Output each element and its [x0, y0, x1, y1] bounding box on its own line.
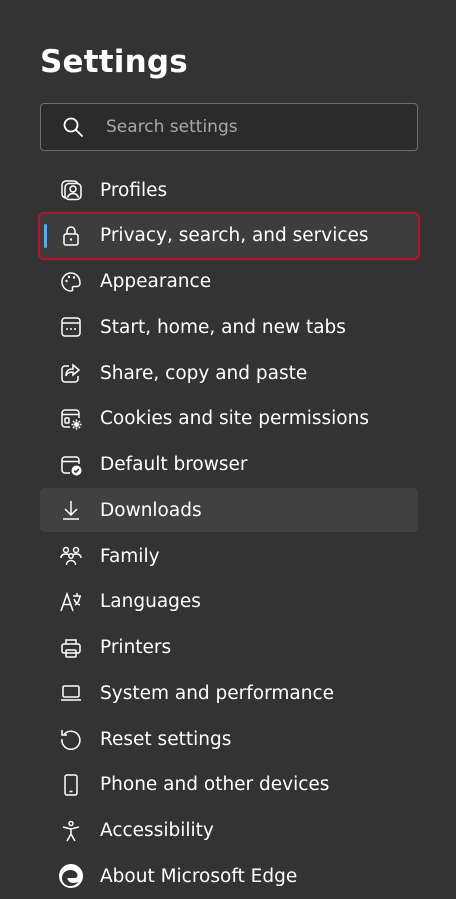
download-icon — [58, 497, 84, 523]
nav-item-system-performance[interactable]: System and performance — [40, 671, 418, 715]
lock-icon — [58, 223, 84, 249]
nav-item-label: Downloads — [100, 499, 202, 521]
nav-item-start-home-tabs[interactable]: Start, home, and new tabs — [40, 305, 418, 349]
nav-item-languages[interactable]: Languages — [40, 580, 418, 624]
search-input[interactable] — [106, 117, 386, 137]
nav-item-appearance[interactable]: Appearance — [40, 260, 418, 304]
palette-icon — [58, 269, 84, 295]
nav-item-cookies-permissions[interactable]: Cookies and site permissions — [40, 397, 418, 441]
profile-icon — [58, 177, 84, 203]
search-icon — [62, 116, 84, 138]
nav-item-label: Languages — [100, 591, 201, 613]
nav-item-about-edge[interactable]: About Microsoft Edge — [40, 854, 418, 898]
nav-item-label: Default browser — [100, 454, 248, 475]
nav-item-label: Reset settings — [100, 728, 232, 750]
printer-icon — [58, 635, 84, 661]
laptop-icon — [58, 680, 84, 706]
nav-item-label: About Microsoft Edge — [100, 865, 298, 887]
nav-item-phone-devices[interactable]: Phone and other devices — [40, 763, 418, 807]
nav-item-profiles[interactable]: Profiles — [40, 168, 418, 212]
phone-icon — [58, 772, 84, 798]
settings-sidebar: Settings Profiles — [0, 0, 456, 899]
share-icon — [58, 360, 84, 386]
nav-item-downloads[interactable]: Downloads — [40, 488, 418, 533]
nav-item-printers[interactable]: Printers — [40, 626, 418, 670]
nav-item-family[interactable]: Family — [40, 534, 418, 578]
settings-nav: Profiles Privacy, search, and services A… — [38, 168, 420, 899]
nav-item-reset-settings[interactable]: Reset settings — [40, 717, 418, 761]
family-icon — [58, 543, 84, 569]
nav-item-privacy[interactable]: Privacy, search, and services — [38, 211, 420, 260]
selected-indicator — [44, 223, 47, 248]
nav-item-share-copy-paste[interactable]: Share, copy and paste — [40, 351, 418, 395]
page-title: Settings — [40, 44, 188, 80]
nav-item-label: Family — [100, 545, 160, 567]
nav-item-accessibility[interactable]: Accessibility — [40, 809, 418, 853]
cookies-permissions-icon — [58, 406, 84, 432]
reset-icon — [58, 726, 84, 752]
edge-logo-icon — [58, 863, 84, 889]
accessibility-icon — [58, 818, 84, 844]
home-tabs-icon — [58, 314, 84, 340]
nav-item-label: System and performance — [100, 682, 335, 704]
languages-icon — [58, 589, 84, 615]
nav-item-label: Appearance — [100, 271, 212, 292]
search-box[interactable] — [40, 103, 418, 151]
default-browser-icon — [58, 452, 84, 478]
nav-item-label: Phone and other devices — [100, 774, 330, 796]
nav-item-label: Printers — [100, 637, 172, 658]
nav-item-label: Cookies and site permissions — [100, 408, 369, 430]
nav-item-label: Share, copy and paste — [100, 362, 308, 384]
nav-item-label: Start, home, and new tabs — [100, 316, 346, 338]
nav-item-label: Privacy, search, and services — [100, 225, 369, 247]
nav-item-default-browser[interactable]: Default browser — [40, 443, 418, 487]
nav-item-label: Accessibility — [100, 820, 214, 841]
nav-item-label: Profiles — [100, 179, 168, 201]
